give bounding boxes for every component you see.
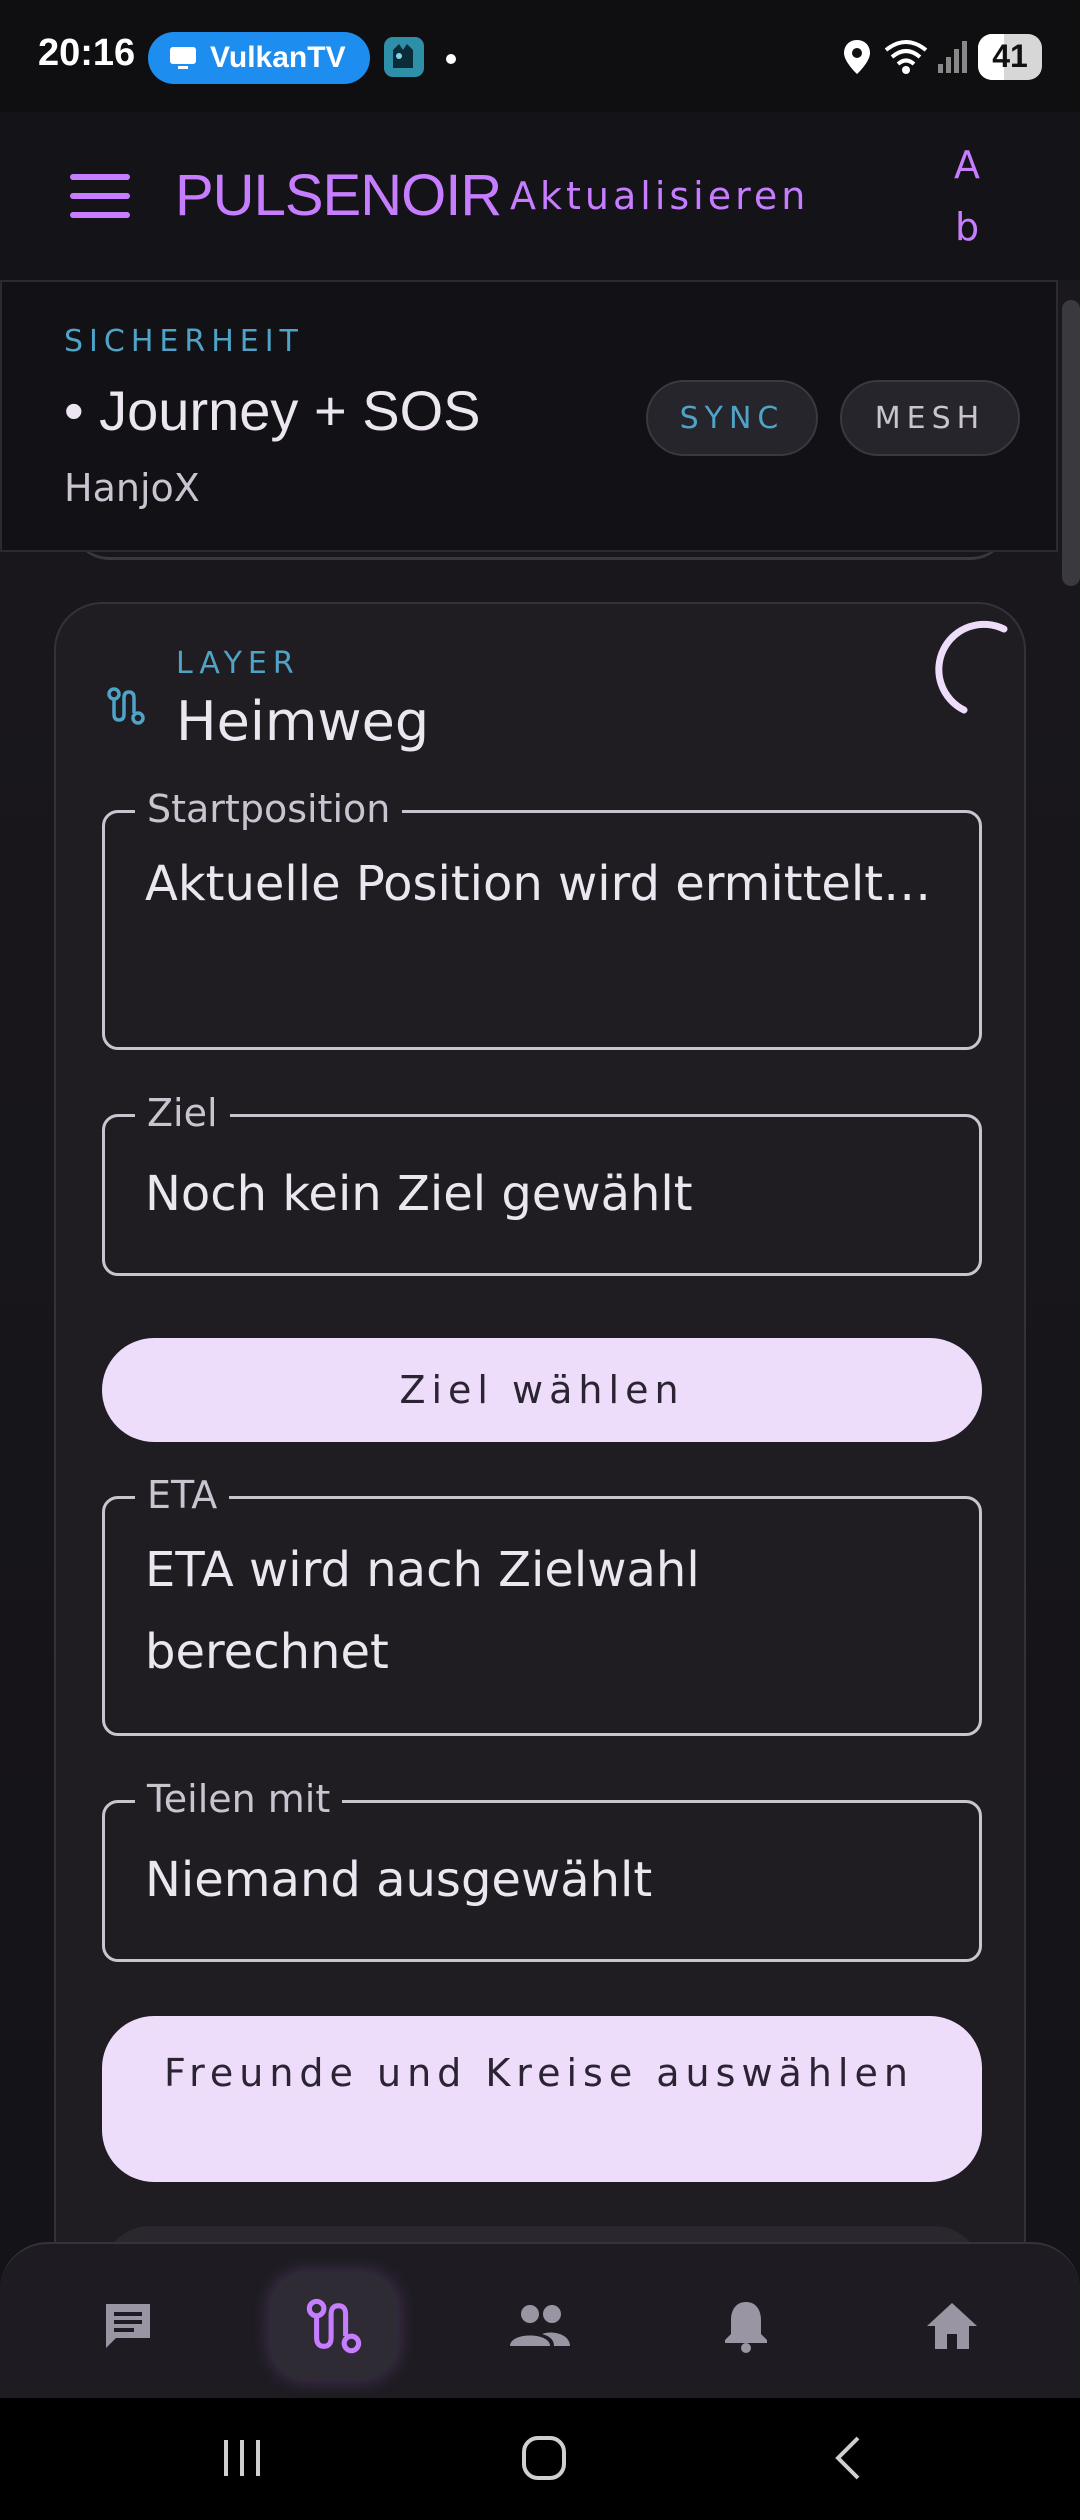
wifi-icon xyxy=(884,40,928,74)
location-icon xyxy=(844,40,870,74)
journey-card: LAYER Heimweg Startposition Aktuelle Pos… xyxy=(54,602,1026,2242)
route-icon xyxy=(306,2298,362,2354)
summary-username: HanjoX xyxy=(64,466,200,510)
summary-overline: SICHERHEIT xyxy=(64,324,304,359)
layer-title: Heimweg xyxy=(176,690,430,753)
font-size-label-top: A xyxy=(954,143,980,187)
nav-home[interactable] xyxy=(888,2272,1016,2380)
notification-dot xyxy=(446,54,456,64)
scrollbar-thumb[interactable] xyxy=(1062,300,1080,586)
home-button-icon[interactable] xyxy=(520,2434,568,2482)
app-title: PULSENOIR xyxy=(175,163,502,228)
mesh-chip[interactable]: MESH xyxy=(840,380,1020,456)
recent-apps-icon[interactable] xyxy=(218,2434,266,2482)
share-with-value: Niemand ausgewählt xyxy=(145,1852,653,1908)
sync-chip[interactable]: SYNC xyxy=(646,380,818,456)
nav-friends[interactable] xyxy=(476,2272,604,2380)
eta-value: ETA wird nach Zielwahl berechnet xyxy=(145,1542,700,1680)
loading-spinner-icon xyxy=(935,620,1008,714)
battery-icon: 41 xyxy=(978,34,1042,80)
bottom-navigation xyxy=(0,2242,1080,2398)
status-bar: 20:16 VulkanTV 41 xyxy=(0,0,1080,112)
destination-value: Noch kein Ziel gewählt xyxy=(145,1166,693,1222)
app-notification-icon xyxy=(384,37,424,77)
safety-summary-header: SICHERHEIT • Journey + SOS HanjoX SYNC M… xyxy=(0,280,1058,552)
nav-journey[interactable] xyxy=(270,2272,398,2380)
summary-title: • Journey + SOS xyxy=(64,379,481,442)
share-with-field[interactable]: Teilen mit Niemand ausgewählt xyxy=(102,1777,982,1962)
route-icon xyxy=(107,687,145,725)
chat-icon xyxy=(106,2304,150,2348)
share-with-label: Teilen mit xyxy=(135,1777,343,1821)
choose-friends-button[interactable]: Freunde und Kreise auswählen xyxy=(102,2016,982,2182)
cast-pill[interactable]: VulkanTV xyxy=(148,32,370,84)
people-icon xyxy=(510,2305,570,2346)
home-icon xyxy=(927,2303,977,2349)
start-position-value: Aktuelle Position wird ermittelt… xyxy=(145,856,932,912)
back-icon[interactable] xyxy=(826,2434,874,2482)
main-content[interactable]: SICHERHEIT • Journey + SOS HanjoX SYNC M… xyxy=(0,280,1080,2242)
destination-field[interactable]: Ziel Noch kein Ziel gewählt xyxy=(102,1091,982,1276)
notifications-icon xyxy=(725,2302,767,2353)
app-bar: PULSENOIR Aktualisieren A b xyxy=(0,112,1080,280)
layer-overline: LAYER xyxy=(176,646,300,681)
status-time: 20:16 xyxy=(38,32,136,74)
nav-notifications[interactable] xyxy=(682,2272,810,2380)
start-position-label: Startposition xyxy=(135,787,403,831)
destination-label: Ziel xyxy=(135,1091,230,1135)
start-position-field[interactable]: Startposition Aktuelle Position wird erm… xyxy=(102,787,982,1050)
choose-destination-button[interactable]: Ziel wählen xyxy=(102,1338,982,1442)
nav-chat[interactable] xyxy=(64,2272,192,2380)
menu-icon[interactable] xyxy=(70,174,130,218)
cast-app-label: VulkanTV xyxy=(210,41,346,74)
eta-label: ETA xyxy=(135,1473,230,1517)
font-size-button[interactable]: A b xyxy=(950,134,984,258)
signal-icon xyxy=(938,41,967,73)
font-size-label-bottom: b xyxy=(954,205,980,249)
system-navigation-bar xyxy=(0,2398,1080,2520)
eta-field[interactable]: ETA ETA wird nach Zielwahl berechnet xyxy=(102,1473,982,1736)
cast-icon xyxy=(170,47,196,69)
refresh-button[interactable]: Aktualisieren xyxy=(510,174,809,218)
next-action-button[interactable] xyxy=(102,2226,982,2242)
battery-percent: 41 xyxy=(992,38,1028,74)
